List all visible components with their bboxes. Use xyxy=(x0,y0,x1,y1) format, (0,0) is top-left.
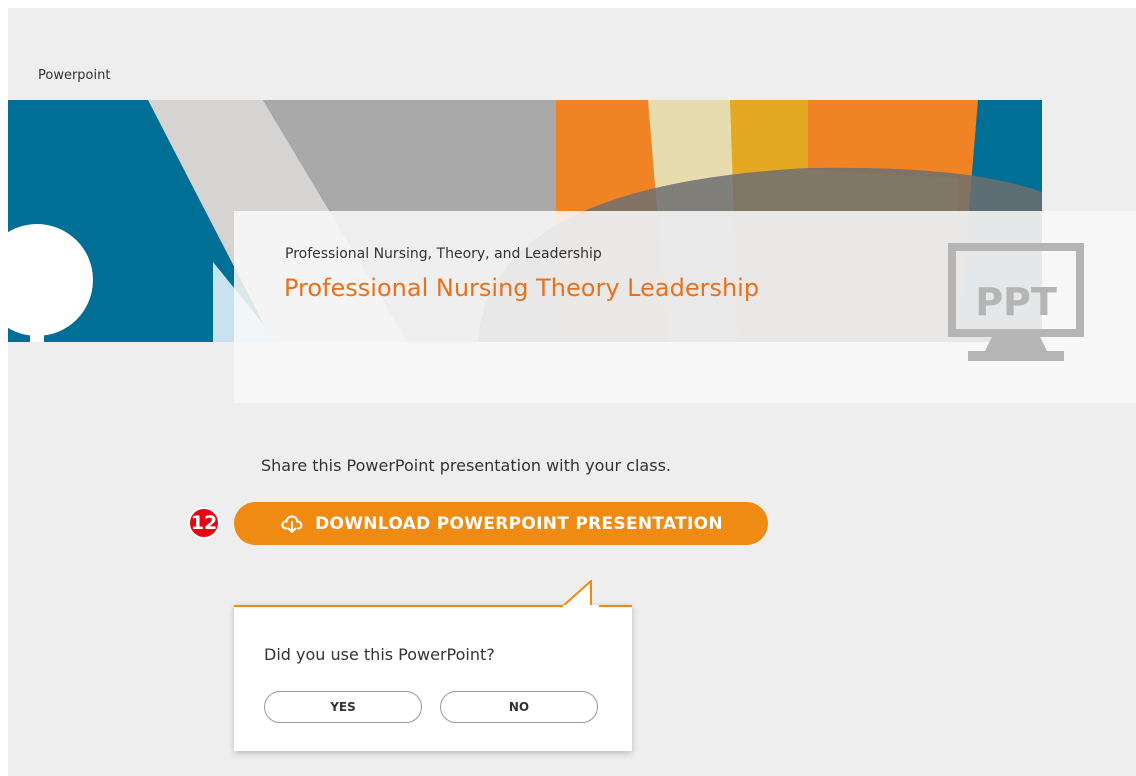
feedback-question: Did you use this PowerPoint? xyxy=(264,645,495,664)
download-button-label: DOWNLOAD POWERPOINT PRESENTATION xyxy=(315,513,723,534)
cloud-download-icon xyxy=(281,514,303,533)
step-number-badge: 12 xyxy=(188,507,220,539)
yes-button[interactable]: YES xyxy=(264,691,422,723)
card-subtitle: Professional Nursing, Theory, and Leader… xyxy=(285,246,602,262)
card-title: Professional Nursing Theory Leadership xyxy=(284,274,760,302)
ppt-icon-text: PPT xyxy=(975,280,1057,324)
feedback-popover: Did you use this PowerPoint? YES NO xyxy=(234,605,632,751)
share-instruction: Share this PowerPoint presentation with … xyxy=(261,456,671,475)
no-button[interactable]: NO xyxy=(440,691,598,723)
presentation-monitor-icon: PPT xyxy=(948,243,1084,361)
section-label: Powerpoint xyxy=(38,68,111,83)
popover-pointer xyxy=(563,580,599,608)
download-powerpoint-button[interactable]: DOWNLOAD POWERPOINT PRESENTATION xyxy=(234,502,768,545)
